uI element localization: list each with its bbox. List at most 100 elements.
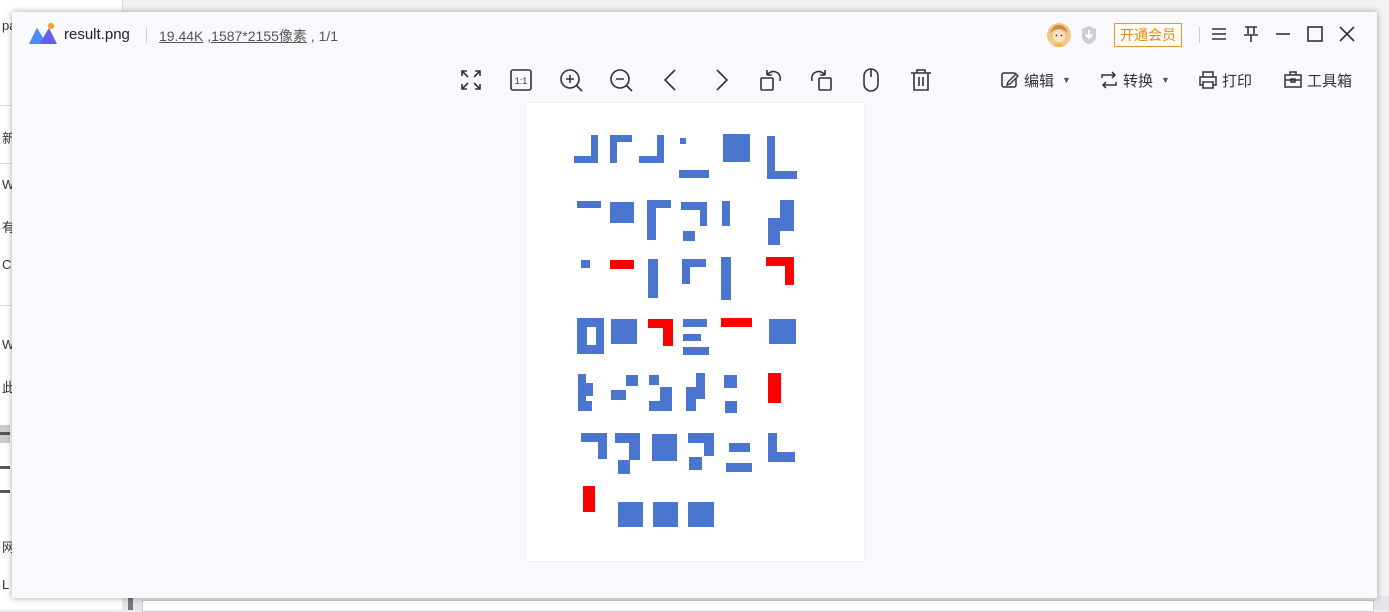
bg-line — [0, 490, 10, 493]
glyph-block — [729, 443, 750, 452]
glyph-block — [769, 319, 796, 344]
actual-size-icon[interactable]: 1:1 — [508, 67, 534, 93]
glyph-block — [649, 401, 672, 411]
blue-glyph-blocks — [574, 134, 797, 527]
glyph-block — [688, 502, 714, 527]
edit-icon — [1001, 72, 1019, 88]
previous-icon[interactable] — [658, 67, 684, 93]
glyph-block — [649, 375, 659, 385]
print-button[interactable]: 打印 — [1198, 66, 1252, 94]
glyph-block — [683, 231, 695, 241]
zoom-in-icon[interactable] — [558, 67, 584, 93]
glyph-block — [679, 170, 709, 178]
edit-menu[interactable]: 编辑 ▼ — [1000, 66, 1071, 94]
glyph-block — [626, 375, 638, 386]
toolbox-icon — [1284, 71, 1302, 88]
glyph-block — [726, 463, 752, 472]
glyph-block — [648, 259, 658, 298]
bg-panel — [142, 600, 1374, 612]
glyph-block — [610, 135, 632, 142]
glyph-block — [722, 201, 730, 226]
bg-scrollbar — [128, 596, 133, 610]
avatar-face-icon — [1047, 23, 1071, 47]
bg-row: 新建 — [2, 131, 12, 146]
glyph-block — [683, 334, 701, 341]
title-separator — [146, 27, 147, 43]
glyph-block — [611, 319, 637, 344]
glyph-block — [577, 201, 601, 208]
image-canvas[interactable] — [526, 103, 864, 561]
glyph-block — [618, 502, 643, 527]
glyph-block — [657, 135, 664, 163]
coin-icon[interactable] — [1078, 24, 1100, 46]
glyph-block — [683, 319, 707, 327]
maximize-icon[interactable] — [1304, 23, 1326, 45]
glyph-block — [721, 257, 731, 300]
glyph-block — [767, 171, 797, 179]
toolbox-label: 工具箱 — [1307, 72, 1353, 90]
glyph-block — [652, 434, 677, 461]
title-separator — [1199, 27, 1200, 43]
convert-label: 转换 — [1123, 72, 1154, 90]
print-label: 打印 — [1222, 72, 1253, 90]
glyph-block — [700, 202, 707, 226]
red-glyph-blocks — [583, 257, 794, 512]
glyph-block — [721, 318, 752, 327]
fullscreen-icon[interactable] — [458, 67, 484, 93]
glyph-block — [663, 319, 673, 346]
delete-icon[interactable] — [908, 67, 934, 93]
bg-row: 此 — [2, 380, 12, 395]
image-viewer-window: result.png 19.44K ,1587*2155像素 , 1/1 开通会… — [12, 12, 1377, 598]
rotate-right-icon[interactable] — [808, 67, 834, 93]
glyph-block — [683, 347, 709, 355]
glyph-block — [647, 200, 671, 208]
close-icon[interactable] — [1336, 23, 1358, 45]
glyph-block — [682, 259, 706, 267]
menu-icon[interactable] — [1208, 23, 1230, 45]
glyph-block — [689, 457, 702, 470]
glyph-block — [591, 135, 598, 163]
bg-row: 有 — [2, 220, 12, 235]
glyph-block — [598, 433, 607, 459]
glyph-block — [724, 375, 737, 388]
glyph-block — [680, 138, 686, 144]
bg-line — [0, 432, 10, 435]
glyph-block — [704, 433, 714, 456]
bg-row: W — [2, 177, 12, 192]
printer-icon — [1199, 71, 1217, 89]
convert-menu[interactable]: 转换 ▼ — [1099, 66, 1170, 94]
glyph-block — [629, 433, 640, 460]
mouse-mode-icon[interactable] — [858, 67, 884, 93]
vip-button[interactable]: 开通会员 — [1114, 23, 1182, 47]
rotate-left-icon[interactable] — [758, 67, 784, 93]
chevron-down-icon: ▼ — [1062, 75, 1071, 85]
glyph-block — [723, 134, 750, 162]
bg-row: W — [2, 337, 12, 352]
pin-icon[interactable] — [1240, 23, 1262, 45]
convert-icon — [1101, 71, 1117, 89]
glyph-block — [610, 260, 634, 269]
page-indicator: , 1/1 — [310, 28, 339, 44]
glyph-block — [581, 260, 590, 268]
glyph-block — [586, 383, 593, 396]
zoom-out-icon[interactable] — [608, 67, 634, 93]
toolbar: 1:1 编辑 ▼ 转换 ▼ 打印 工具箱 — [12, 62, 1377, 98]
bg-line — [0, 466, 10, 469]
glyph-block — [618, 460, 630, 474]
user-avatar[interactable] — [1047, 23, 1071, 47]
bg-row: C — [2, 257, 12, 272]
file-size[interactable]: 19.44K — [159, 28, 203, 44]
chevron-down-icon: ▼ — [1161, 75, 1170, 85]
glyph-block — [780, 200, 794, 231]
glyph-block — [686, 387, 696, 411]
file-dimensions[interactable]: ,1587*2155像素 — [207, 28, 307, 44]
edit-label: 编辑 — [1024, 72, 1055, 90]
file-info: 19.44K ,1587*2155像素 , 1/1 — [159, 26, 338, 46]
glyph-block — [578, 401, 592, 411]
svg-text:1:1: 1:1 — [515, 76, 528, 86]
glyph-block — [768, 373, 781, 403]
minimize-icon[interactable] — [1272, 23, 1294, 45]
next-icon[interactable] — [708, 67, 734, 93]
toolbox-button[interactable]: 工具箱 — [1283, 66, 1352, 94]
glyph-block — [785, 257, 794, 285]
